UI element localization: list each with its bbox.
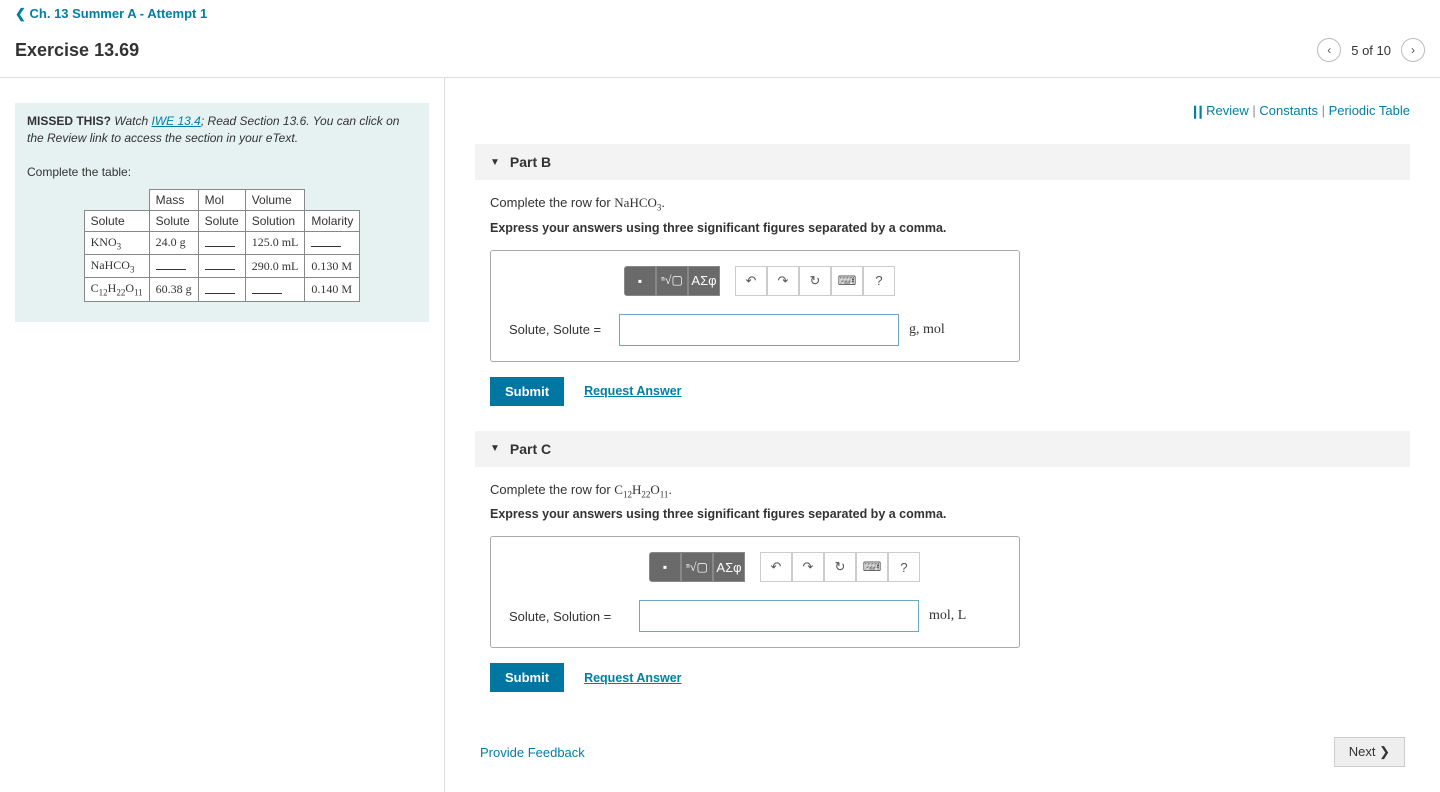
undo-button[interactable]: ↶ [735,266,767,296]
math-root-button[interactable]: ⁿ√▢ [656,266,688,296]
part-c-units: mol, L [929,608,966,624]
part-c-prompt: Complete the row for C12H22O11. [490,482,1395,500]
table-row: NaHCO3 290.0 mL 0.130 M [84,254,360,277]
pager: ‹ 5 of 10 › [1317,38,1425,62]
part-c-answer-box: ▪ ⁿ√▢ ΑΣφ ↶ ↷ ↻ ⌨ ? Solute, Solution = m… [490,536,1020,648]
iwe-link[interactable]: IWE 13.4 [152,114,201,128]
part-b-request-answer-link[interactable]: Request Answer [584,384,681,398]
part-b-units: g, mol [909,322,945,338]
templates-button[interactable]: ▪ [649,552,681,582]
breadcrumb-back-link[interactable]: ❮ Ch. 13 Summer A - Attempt 1 [15,6,207,21]
table-row: KNO3 24.0 g 125.0 mL [84,231,360,254]
templates-button[interactable]: ▪ [624,266,656,296]
periodic-table-link[interactable]: Periodic Table [1329,103,1410,118]
part-b-answer-box: ▪ ⁿ√▢ ΑΣφ ↶ ↷ ↻ ⌨ ? Solute, Solute = g, … [490,250,1020,362]
missed-label: MISSED THIS? [27,114,111,128]
help-button[interactable]: ? [863,266,895,296]
pager-prev-button[interactable]: ‹ [1317,38,1341,62]
table-row: C12H22O11 60.38 g 0.140 M [84,278,360,301]
next-button[interactable]: Next ❯ [1334,737,1405,767]
pager-next-button[interactable]: › [1401,38,1425,62]
page-title: Exercise 13.69 [15,40,139,61]
redo-button[interactable]: ↷ [792,552,824,582]
part-c-header[interactable]: ▼ Part C [475,431,1410,467]
constants-link[interactable]: Constants [1259,103,1318,118]
part-b-prompt: Complete the row for NaHCO3. [490,195,1395,213]
review-link[interactable]: Review [1206,103,1249,118]
review-icon [1194,104,1204,119]
pager-text: 5 of 10 [1351,43,1391,58]
part-c-request-answer-link[interactable]: Request Answer [584,671,681,685]
reset-button[interactable]: ↻ [799,266,831,296]
greek-button[interactable]: ΑΣφ [688,266,720,296]
undo-button[interactable]: ↶ [760,552,792,582]
complete-table-label: Complete the table: [27,165,417,179]
redo-button[interactable]: ↷ [767,266,799,296]
caret-down-icon: ▼ [490,157,500,168]
provide-feedback-link[interactable]: Provide Feedback [480,745,585,760]
part-b-submit-button[interactable]: Submit [490,377,564,406]
keyboard-button[interactable]: ⌨ [831,266,863,296]
reset-button[interactable]: ↻ [824,552,856,582]
part-c-instruction: Express your answers using three signifi… [490,507,1395,521]
hint-box: MISSED THIS? Watch IWE 13.4; Read Sectio… [15,103,429,322]
data-table: Mass Mol Volume Solute Solute Solute Sol… [84,189,361,302]
help-button[interactable]: ? [888,552,920,582]
caret-down-icon: ▼ [490,443,500,454]
part-b-header[interactable]: ▼ Part B [475,144,1410,180]
math-root-button[interactable]: ⁿ√▢ [681,552,713,582]
part-b-instruction: Express your answers using three signifi… [490,221,1395,235]
part-c-answer-input[interactable] [639,600,919,632]
part-c-submit-button[interactable]: Submit [490,663,564,692]
keyboard-button[interactable]: ⌨ [856,552,888,582]
part-b-answer-label: Solute, Solute = [509,322,609,337]
part-b-answer-input[interactable] [619,314,899,346]
greek-button[interactable]: ΑΣφ [713,552,745,582]
part-c-answer-label: Solute, Solution = [509,609,629,624]
